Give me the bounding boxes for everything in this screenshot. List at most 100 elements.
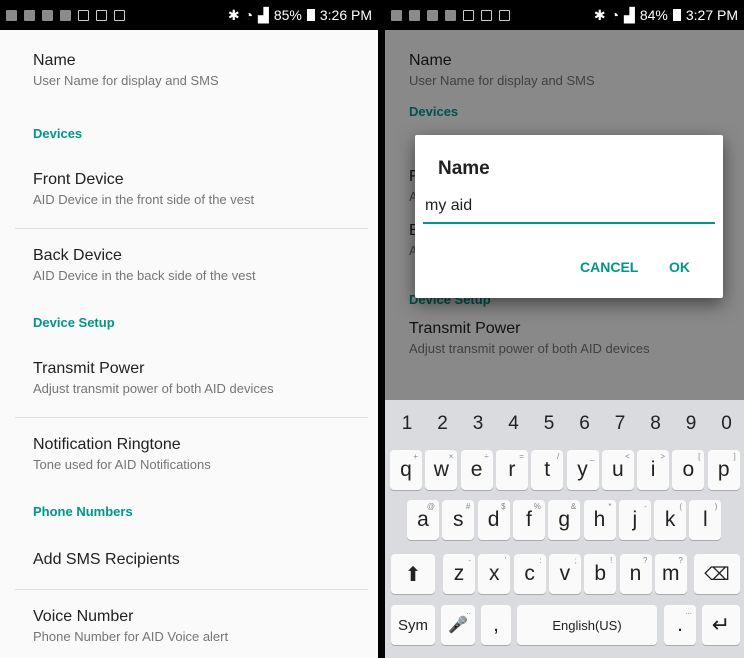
battery-level: 85% <box>273 7 302 23</box>
key-hint: & <box>570 502 577 511</box>
key-label: y <box>577 458 588 481</box>
pref-title: Front Device <box>33 171 124 188</box>
pref-title: Notification Ringtone <box>33 436 181 453</box>
key-hint: .. <box>466 607 471 616</box>
pref-title: Voice Number <box>33 608 134 625</box>
key-4[interactable]: 4 <box>498 402 530 446</box>
key-c[interactable]: :c <box>513 554 546 594</box>
pref-summary: AID Device in the front side of the vest <box>33 192 255 207</box>
pref-voice-number[interactable]: Voice Number Phone Number for AID Voice a… <box>0 590 378 658</box>
key-hint: × <box>448 452 454 461</box>
key-b[interactable]: ! b <box>584 554 617 594</box>
key-i[interactable]: > i <box>637 450 670 490</box>
pref-title: Back Device <box>33 247 122 264</box>
app-icon <box>445 9 456 21</box>
key-y[interactable]: _ y <box>566 450 599 490</box>
image-icon <box>499 9 510 21</box>
key-g[interactable]: & g <box>548 500 581 540</box>
period-key[interactable]: .... <box>664 605 696 645</box>
key-p[interactable]: ] p <box>707 450 740 490</box>
key-m[interactable]: ? m <box>654 554 687 594</box>
pref-back-device[interactable]: Back Device AID Device in the back side o… <box>0 229 378 304</box>
pref-summary: Phone Number for AID Voice alert <box>33 629 229 644</box>
lock-icon <box>96 9 107 21</box>
key-label: 7 <box>614 413 626 434</box>
right-screen: ✱ ◔ ▟ 84% 3:27 PM Name User Name for dis… <box>385 0 744 658</box>
key-x[interactable]: ' x <box>478 554 511 594</box>
key-label: 5 <box>543 413 555 434</box>
key-0[interactable]: 0 <box>711 402 743 446</box>
lock-icon <box>114 9 125 21</box>
key-label: q <box>400 458 412 481</box>
key-u[interactable]: < u <box>601 450 634 490</box>
key-5[interactable]: 5 <box>533 402 565 446</box>
key-label: d <box>487 508 500 531</box>
message-icon <box>6 9 17 21</box>
space-key[interactable]: English(US) <box>517 605 657 645</box>
shift-key[interactable]: ⬆ <box>391 554 435 594</box>
wifi-icon: ◔ <box>244 7 254 23</box>
cancel-button[interactable]: CANCEL <box>580 259 638 275</box>
key-6[interactable]: 6 <box>569 402 601 446</box>
ok-button[interactable]: OK <box>669 259 690 275</box>
key-label: h <box>593 508 606 531</box>
key-label: e <box>470 458 483 481</box>
key-label: o <box>682 458 695 481</box>
key-2[interactable]: 2 <box>427 402 459 446</box>
mic-key[interactable]: .. 🎤 <box>441 605 475 645</box>
pref-title: Name <box>33 52 76 69</box>
key-h[interactable]: * h <box>583 500 616 540</box>
keyboard-icon <box>481 9 492 21</box>
key-v[interactable]: ; v <box>548 554 581 594</box>
backspace-key[interactable]: ⌫ <box>694 554 740 594</box>
key-z[interactable]: -z <box>443 554 475 594</box>
key-l[interactable]: ) l <box>689 500 722 540</box>
key-label: t <box>544 458 551 481</box>
key-label: n <box>629 562 642 585</box>
key-a[interactable]: @ a <box>407 500 439 540</box>
pref-transmit-power[interactable]: Transmit Power Adjust transmit power of b… <box>0 342 378 417</box>
key-label: m <box>662 562 680 585</box>
key-label: 6 <box>579 413 590 434</box>
key-9[interactable]: 9 <box>675 402 707 446</box>
pref-front-device[interactable]: Front Device AID Device in the front side… <box>0 153 378 228</box>
key-label: j <box>632 508 638 531</box>
pref-notification-ringtone[interactable]: Notification Ringtone Tone used for AID N… <box>0 418 378 493</box>
key-e[interactable]: ÷ e <box>460 450 493 490</box>
key-hint: ' <box>504 556 507 565</box>
key-8[interactable]: 8 <box>640 402 672 446</box>
key-3[interactable]: 3 <box>462 402 494 446</box>
key-label: f <box>525 508 532 531</box>
pref-add-sms-recipients[interactable]: Add SMS Recipients <box>0 531 378 589</box>
enter-key[interactable]: ↵ <box>702 605 740 645</box>
pref-name[interactable]: Name User Name for display and SMS <box>0 30 378 115</box>
key-n[interactable]: ? n <box>619 554 652 594</box>
key-label: s <box>453 508 464 531</box>
key-label: English(US) <box>552 617 622 633</box>
key-t[interactable]: / t <box>531 450 564 490</box>
key-label: w <box>433 458 449 481</box>
name-input[interactable] <box>423 190 715 224</box>
key-hint: + <box>413 452 418 461</box>
key-q[interactable]: + q <box>390 450 422 490</box>
key-r[interactable]: = r <box>495 450 528 490</box>
key-o[interactable]: [o <box>672 450 705 490</box>
comma-key[interactable]: , <box>481 605 511 645</box>
key-s[interactable]: # s <box>442 500 475 540</box>
sym-key[interactable]: Sym <box>391 605 435 645</box>
status-bar: ✱ ◔ ▟ 84% 3:27 PM <box>385 0 744 30</box>
key-f[interactable]: % f <box>512 500 545 540</box>
key-j[interactable]: -j <box>618 500 651 540</box>
status-bar: ✱ ◔ ▟ 85% 3:26 PM <box>0 0 378 30</box>
notification-icons <box>391 9 510 21</box>
key-w[interactable]: × w <box>425 450 458 490</box>
key-d[interactable]: $ d <box>477 500 510 540</box>
key-k[interactable]: (k <box>654 500 687 540</box>
category-devices: Devices <box>33 126 83 141</box>
key-7[interactable]: 7 <box>604 402 636 446</box>
key-hint: - <box>644 502 647 511</box>
key-1[interactable]: 1 <box>391 402 423 446</box>
key-label: g <box>558 508 571 531</box>
message-icon <box>391 9 402 21</box>
key-hint: ... <box>685 607 692 616</box>
